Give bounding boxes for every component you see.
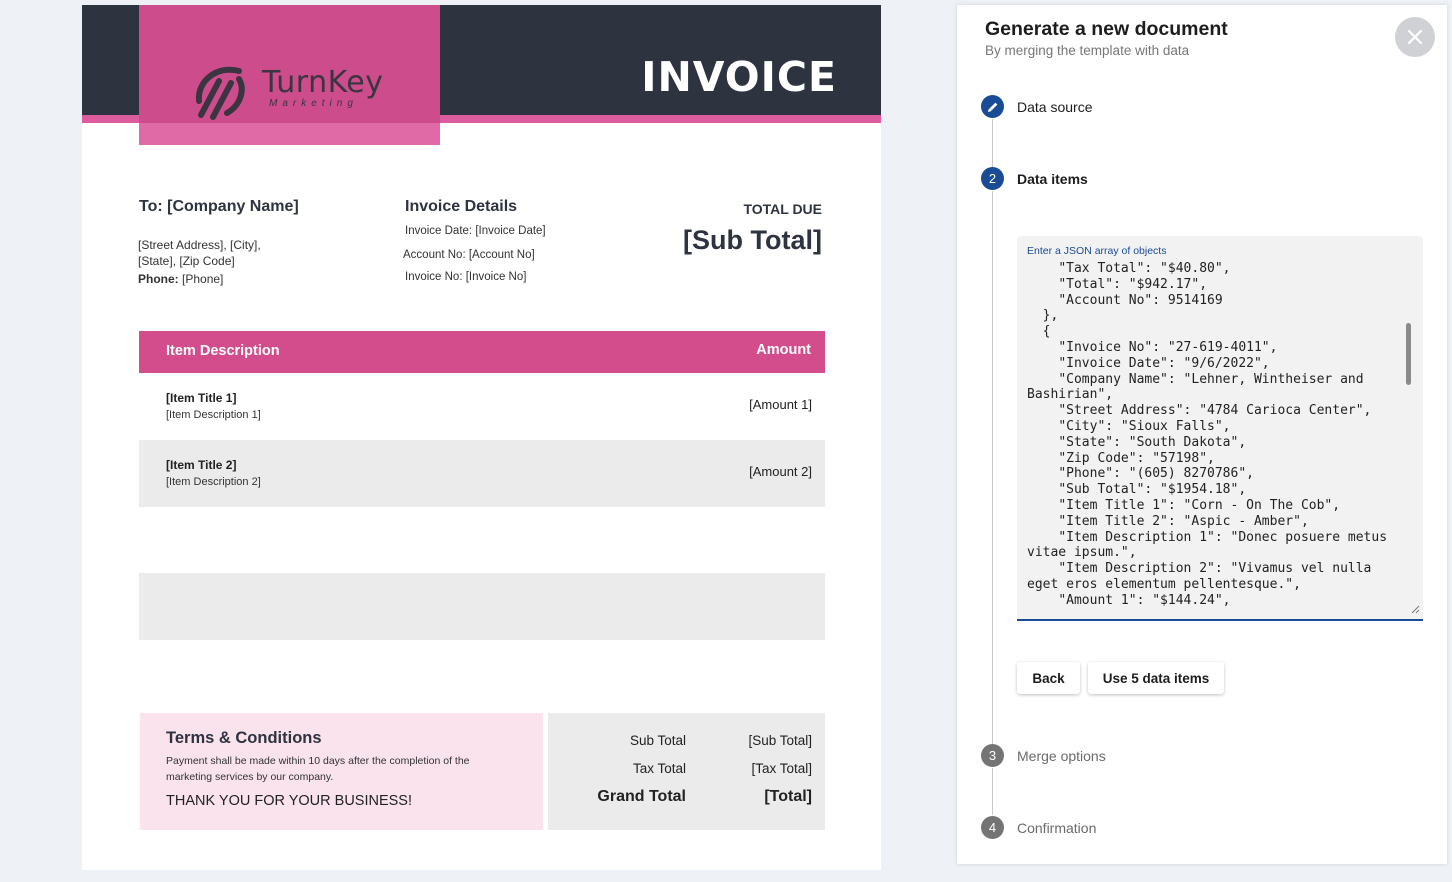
step-connector <box>992 119 993 170</box>
back-button[interactable]: Back <box>1017 662 1080 694</box>
phone-value: [Phone] <box>182 272 224 286</box>
logo-name: TurnKey <box>262 65 384 100</box>
json-field-label: Enter a JSON array of objects <box>1027 245 1167 257</box>
close-button[interactable] <box>1395 17 1435 57</box>
step-connector <box>992 768 993 815</box>
generate-document-panel: Generate a new document By merging the t… <box>957 5 1447 864</box>
step-3-indicator[interactable]: 3 <box>981 744 1004 767</box>
total-due-label: TOTAL DUE <box>743 201 822 217</box>
table-row: [Item Title 2] [Item Description 2] [Amo… <box>139 440 825 507</box>
step-connector <box>992 191 993 745</box>
grand-total-label: Grand Total <box>597 788 686 805</box>
amount-header: Amount <box>756 342 811 358</box>
json-textarea-content[interactable]: "Tax Total": "$40.80", "Total": "$942.17… <box>1027 261 1402 609</box>
json-data-textarea[interactable]: Enter a JSON array of objects "Tax Total… <box>1017 236 1423 621</box>
panel-subtitle: By merging the template with data <box>985 43 1190 58</box>
tax-total-label: Tax Total <box>632 761 686 776</box>
phone-label: Phone: <box>138 272 179 286</box>
use-data-items-button[interactable]: Use 5 data items <box>1088 662 1224 694</box>
logo-block: TurnKey Marketing <box>139 5 440 145</box>
sub-total-label: Sub Total <box>629 733 686 748</box>
address-line-2: [State], [Zip Code] <box>138 254 235 268</box>
address-line-1: [Street Address], [City], <box>138 238 261 252</box>
totals-box: Sub Total [Sub Total] Tax Total [Tax Tot… <box>548 713 825 830</box>
scrollbar-thumb[interactable] <box>1406 323 1411 385</box>
close-icon <box>1407 29 1423 45</box>
logo-tagline: Marketing <box>269 98 358 109</box>
item-description-header: Item Description <box>166 343 280 359</box>
step-confirmation[interactable]: Confirmation <box>1017 820 1096 836</box>
grand-total-value: [Total] <box>764 788 812 805</box>
to-company-label: To: [Company Name] <box>139 198 299 215</box>
invoice-date: Invoice Date: [Invoice Date] <box>405 225 546 237</box>
item-title: [Item Title 2] <box>166 458 237 472</box>
item-amount: [Amount 1] <box>749 397 812 412</box>
item-description: [Item Description 1] <box>166 409 261 421</box>
panel-title: Generate a new document <box>985 18 1228 40</box>
step-data-source[interactable]: Data source <box>1017 99 1092 115</box>
pencil-icon <box>987 102 997 112</box>
account-no: Account No: [Account No] <box>403 249 535 261</box>
step-4-indicator[interactable]: 4 <box>981 816 1004 839</box>
total-due-value: [Sub Total] <box>683 225 822 255</box>
item-amount: [Amount 2] <box>749 464 812 479</box>
thank-you-text: THANK YOU FOR YOUR BUSINESS! <box>166 793 413 809</box>
step-merge-options[interactable]: Merge options <box>1017 748 1106 764</box>
terms-title: Terms & Conditions <box>166 729 322 747</box>
invoice-details-title: Invoice Details <box>405 198 518 215</box>
step-2-indicator[interactable]: 2 <box>981 167 1004 190</box>
terms-text: Payment shall be made within 10 days aft… <box>166 755 470 783</box>
table-row: [Item Title 1] [Item Description 1] [Amo… <box>139 373 825 440</box>
item-title: [Item Title 1] <box>166 391 237 405</box>
invoice-no: Invoice No: [Invoice No] <box>405 271 527 283</box>
step-data-items[interactable]: Data items <box>1017 171 1088 187</box>
turnkey-logo-icon <box>195 66 245 120</box>
empty-row <box>139 573 825 640</box>
logo-block-lower <box>139 123 440 145</box>
step-1-indicator[interactable] <box>981 95 1004 118</box>
item-table-header: Item Description Amount <box>139 331 825 373</box>
invoice-title: INVOICE <box>641 53 837 101</box>
sub-total-value: [Sub Total] <box>748 733 812 748</box>
terms-box: Terms & Conditions Payment shall be made… <box>140 713 543 830</box>
invoice-document: TurnKey Marketing INVOICE To: [Company N… <box>82 5 881 870</box>
resize-handle-icon[interactable] <box>1411 605 1420 614</box>
phone-line: Phone: [Phone] <box>138 272 223 286</box>
item-description: [Item Description 2] <box>166 476 261 488</box>
tax-total-value: [Tax Total] <box>751 761 812 776</box>
